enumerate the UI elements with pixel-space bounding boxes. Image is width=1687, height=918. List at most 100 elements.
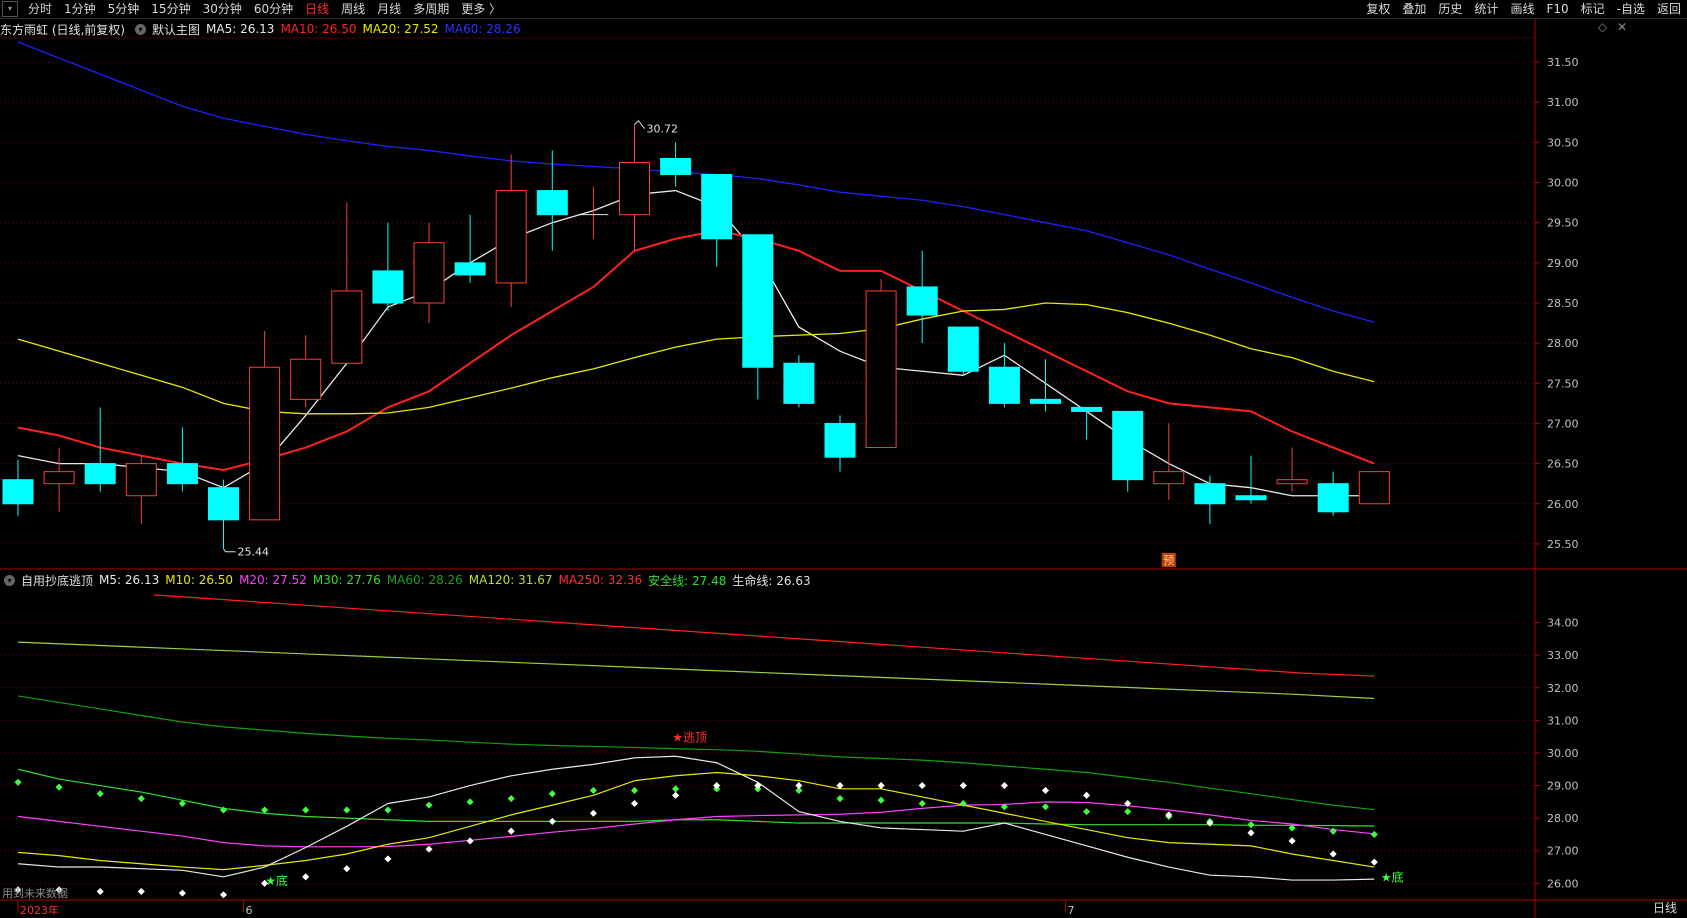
period-tab[interactable]: 30分钟 xyxy=(197,0,248,18)
y-tick-label: 28.50 xyxy=(1547,297,1579,310)
period-tab[interactable]: 月线 xyxy=(371,0,407,18)
indicator-chart[interactable] xyxy=(14,594,1378,899)
y-tick-label: 31.00 xyxy=(1547,96,1579,109)
collapse-icon[interactable]: ▾ xyxy=(4,574,15,586)
life-dot xyxy=(918,782,926,790)
safe-dot xyxy=(836,795,844,803)
low-marker xyxy=(223,548,236,553)
candle-down xyxy=(1112,410,1144,481)
y-tick-label: 32.00 xyxy=(1547,682,1579,695)
life-dot xyxy=(1041,786,1050,794)
candle-down xyxy=(783,362,815,404)
period-tab[interactable]: 15分钟 xyxy=(145,0,196,18)
diamond-icon[interactable]: ◇ xyxy=(1598,20,1607,34)
safe-dot xyxy=(425,801,433,809)
m10-line xyxy=(17,771,1375,871)
safe-dot xyxy=(1041,803,1050,811)
life-dot xyxy=(384,855,392,863)
tool-button[interactable]: 统计 xyxy=(1468,0,1504,18)
life-dot xyxy=(672,791,680,799)
safe-dot xyxy=(137,795,145,803)
tool-button[interactable]: 叠加 xyxy=(1396,0,1432,18)
safe-dot xyxy=(55,783,63,791)
main-indicator-label[interactable]: 默认主图 xyxy=(152,21,200,38)
indicator-title[interactable]: 自用抄底逃顶 xyxy=(21,572,93,589)
tool-button[interactable]: 历史 xyxy=(1432,0,1468,18)
safe-dot xyxy=(14,778,22,786)
tool-button[interactable]: 返回 xyxy=(1651,0,1687,18)
candle-down xyxy=(372,270,404,304)
life-dot xyxy=(548,817,556,825)
main-chart[interactable] xyxy=(2,41,1390,549)
candle-up xyxy=(43,471,75,485)
candle-down xyxy=(1317,483,1349,513)
y-tick-label: 34.00 xyxy=(1547,617,1579,630)
candle-down xyxy=(166,463,198,485)
period-tab[interactable]: 分时 xyxy=(22,0,58,18)
safe-dot xyxy=(466,798,474,806)
menu-icon[interactable]: ▾ xyxy=(2,1,18,17)
safe-dot xyxy=(548,790,556,798)
life-dot xyxy=(795,782,803,790)
period-tab[interactable]: 更多 〉 xyxy=(455,0,507,18)
candle-down xyxy=(84,463,116,485)
candle-down xyxy=(824,422,856,458)
y-tick-label: 30.00 xyxy=(1547,177,1579,190)
ma60-legend: MA60: 28.26 xyxy=(444,22,521,36)
period-tab[interactable]: 5分钟 xyxy=(102,0,146,18)
y-tick-label: 29.00 xyxy=(1547,780,1579,793)
life-dot xyxy=(466,837,474,845)
candle-down xyxy=(536,190,568,216)
candle-down xyxy=(947,326,979,372)
y-tick-label: 28.00 xyxy=(1547,337,1579,350)
tool-button[interactable]: 画线 xyxy=(1504,0,1540,18)
life-dot xyxy=(1000,782,1008,790)
high-marker xyxy=(634,119,645,130)
candle-down xyxy=(906,286,938,316)
m10-legend: M10: 26.50 xyxy=(165,573,234,587)
y-tick-label: 29.50 xyxy=(1547,217,1579,230)
life-dot xyxy=(1083,791,1091,799)
safe-dot xyxy=(877,796,885,804)
tool-buttons: 复权 叠加 历史 统计 画线 F10 标记 -自选 返回 xyxy=(1360,0,1687,18)
stock-title[interactable]: 东方雨虹 (日线,前复权) xyxy=(0,21,125,38)
candle-down xyxy=(1235,495,1267,501)
candle-down xyxy=(208,487,239,521)
tool-button[interactable]: F10 xyxy=(1540,0,1574,18)
tool-button[interactable]: -自选 xyxy=(1611,0,1651,18)
period-toolbar: ▾ 分时 1分钟 5分钟 15分钟 30分钟 60分钟 日线 周线 月线 多周期 更多 〉 复权 叠加… xyxy=(0,0,1687,19)
ma10-legend: MA10: 26.50 xyxy=(280,22,357,36)
ma60-legend: MA60: 28.26 xyxy=(386,573,463,587)
life-dot xyxy=(589,809,597,817)
life-dot xyxy=(1288,837,1296,845)
x-tick-label: 7 xyxy=(1068,904,1075,917)
period-tab[interactable]: 周线 xyxy=(335,0,371,18)
y-tick-label: 27.00 xyxy=(1547,845,1579,858)
safe-dot xyxy=(343,806,351,814)
tool-button[interactable]: 标记 xyxy=(1575,0,1611,18)
x-tick-label: 2023年 xyxy=(20,903,59,917)
life-dot xyxy=(343,865,351,873)
m30-legend: M30: 27.76 xyxy=(312,573,381,587)
tool-button[interactable]: 复权 xyxy=(1360,0,1396,18)
period-label: 日线 xyxy=(1652,901,1677,915)
candle-down xyxy=(660,157,692,176)
period-tab[interactable]: 日线 xyxy=(299,0,335,18)
ma250-line xyxy=(153,594,1375,677)
main-chart-legend: 东方雨虹 (日线,前复权) ▾ 默认主图 MA5: 26.13 MA10: 26… xyxy=(0,20,527,38)
top-signal-label: ★逃顶 xyxy=(672,731,707,745)
candle-up xyxy=(413,242,445,304)
y-tick-label: 26.50 xyxy=(1547,458,1579,471)
life-dot xyxy=(630,799,639,808)
candle-down xyxy=(988,366,1020,404)
period-tab[interactable]: 多周期 xyxy=(407,0,455,18)
period-tab[interactable]: 60分钟 xyxy=(248,0,299,18)
period-tab[interactable]: 1分钟 xyxy=(58,0,102,18)
close-icon[interactable]: ✕ xyxy=(1617,20,1627,34)
safe-dot xyxy=(507,795,515,803)
ma120-legend: MA120: 31.67 xyxy=(468,573,553,587)
future-data-note: 用到未来数据 xyxy=(2,887,68,900)
bottom-signal-label: ★底 xyxy=(1381,870,1404,885)
chart-canvas[interactable]: 25.50 26.00 26.50 27.00 27.50 28.00 28.50 29.00… xyxy=(0,0,1687,918)
collapse-icon[interactable]: ▾ xyxy=(135,23,146,35)
